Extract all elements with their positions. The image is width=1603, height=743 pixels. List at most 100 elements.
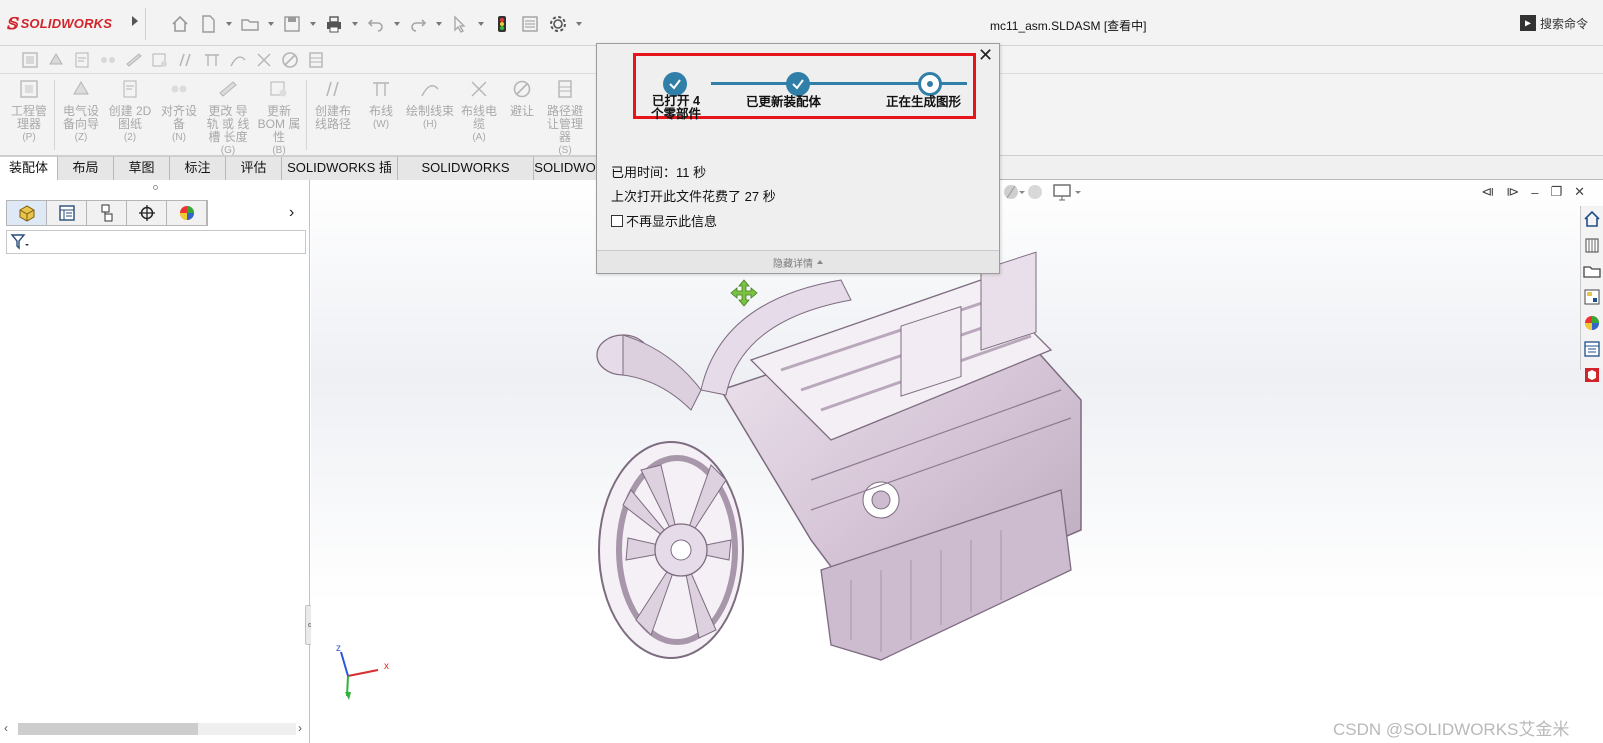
- align-equipment-button[interactable]: 对齐设备 (N): [156, 78, 202, 144]
- tab-dimxpert-manager[interactable]: [127, 201, 167, 225]
- create-route-path-button[interactable]: 创建布线路径: [310, 78, 356, 131]
- save-dropdown-icon[interactable]: [308, 12, 318, 36]
- wizard-icon[interactable]: [46, 50, 66, 70]
- search-commands[interactable]: ▶ 搜索命令: [1520, 12, 1600, 34]
- draw-harness-button[interactable]: 绘制线束 (H): [406, 78, 454, 131]
- scroll-thumb[interactable]: [18, 723, 198, 735]
- close-icon[interactable]: ✕: [978, 46, 993, 64]
- panel-grip[interactable]: [0, 180, 310, 194]
- project-manager-icon: [20, 80, 38, 98]
- new-document-icon[interactable]: [196, 12, 220, 36]
- avoid-button[interactable]: 避让: [504, 78, 540, 118]
- project-icon[interactable]: [20, 50, 40, 70]
- tab-feature-manager[interactable]: [7, 201, 47, 225]
- redo-icon[interactable]: [406, 12, 430, 36]
- next-view-icon[interactable]: ⧐: [1506, 184, 1519, 200]
- menu-expand-icon[interactable]: [132, 16, 138, 26]
- save-icon[interactable]: [280, 12, 304, 36]
- hide-details-button[interactable]: 隐藏详情: [597, 250, 999, 273]
- triad-z-label: z: [336, 643, 341, 654]
- print-dropdown-icon[interactable]: [350, 12, 360, 36]
- route-cable-button[interactable]: 布线电缆 (A): [456, 78, 502, 144]
- file-explorer-icon[interactable]: [1582, 261, 1602, 281]
- tab-evaluate[interactable]: 评估: [226, 156, 282, 180]
- tab-solidworks-visualize[interactable]: SOLIDWORKS Visualize: [398, 156, 534, 197]
- tab-sketch[interactable]: 草图: [114, 156, 170, 180]
- open-dropdown-icon[interactable]: [266, 12, 276, 36]
- solidworks-resources-home-icon[interactable]: [1582, 209, 1602, 229]
- command-search-icon: ▶: [1520, 15, 1536, 31]
- bom-icon[interactable]: [150, 50, 170, 70]
- home-icon[interactable]: [168, 12, 192, 36]
- draw-harness-shortcut: (H): [423, 119, 437, 130]
- avoid-manager-icon[interactable]: [306, 50, 326, 70]
- display-monitor-icon[interactable]: [1051, 182, 1087, 202]
- tab-solidworks-addins[interactable]: SOLIDWORKS 插件: [282, 156, 398, 197]
- route-wire-icon: [373, 82, 389, 96]
- checkbox-box[interactable]: [611, 214, 623, 227]
- route-wire-button[interactable]: 布线 (W): [358, 78, 404, 131]
- new-dropdown-icon[interactable]: [224, 12, 234, 36]
- restore-icon[interactable]: ❐: [1550, 184, 1562, 200]
- horizontal-scrollbar[interactable]: ‹ ›: [0, 720, 310, 738]
- align-icon[interactable]: [98, 50, 118, 70]
- tab-display-manager[interactable]: [167, 201, 207, 225]
- options-gear-icon[interactable]: [546, 12, 570, 36]
- appearances-icon[interactable]: [1582, 313, 1602, 333]
- route-wire-icon[interactable]: [202, 50, 222, 70]
- create-2d-drawing-button[interactable]: 创建 2D 图纸 (2): [106, 78, 154, 144]
- collapse-up-icon: [817, 260, 823, 264]
- scroll-left-icon[interactable]: ‹: [4, 721, 8, 735]
- view-palette-icon[interactable]: [1582, 287, 1602, 307]
- change-rail-length-button[interactable]: 更改 导轨 或 线槽 长度 (G): [204, 78, 252, 157]
- route-path-icon[interactable]: [176, 50, 196, 70]
- dont-show-again-checkbox[interactable]: 不再显示此信息: [611, 211, 717, 230]
- create-route-path-label: 创建布线路径: [314, 104, 351, 131]
- avoid-icon[interactable]: [280, 50, 300, 70]
- solidworks-logo[interactable]: 𝕊 SOLIDWORKS: [6, 12, 112, 34]
- project-manager-button[interactable]: 工程管理器 (P): [6, 78, 52, 144]
- previous-view-icon[interactable]: ⧏: [1481, 184, 1494, 200]
- close-icon[interactable]: ✕: [1574, 184, 1585, 200]
- select-dropdown-icon[interactable]: [476, 12, 486, 36]
- options-dropdown-icon[interactable]: [574, 12, 584, 36]
- minimize-icon[interactable]: –: [1531, 185, 1538, 200]
- tab-configuration-manager[interactable]: [87, 201, 127, 225]
- solidworks-forum-icon[interactable]: [1582, 365, 1602, 385]
- rebuild-traffic-light-icon[interactable]: [490, 12, 514, 36]
- select-cursor-icon[interactable]: [448, 12, 472, 36]
- print-icon[interactable]: [322, 12, 346, 36]
- cable-icon[interactable]: [254, 50, 274, 70]
- open-folder-icon[interactable]: [238, 12, 262, 36]
- drawing-icon[interactable]: [72, 50, 92, 70]
- watermark: CSDN @SOLIDWORKS艾金米: [1333, 720, 1570, 739]
- engine-model[interactable]: [581, 240, 1121, 710]
- title-bar: 𝕊 SOLIDWORKS mc11_asm.SLDASM [查看中] ▶ 搜索命…: [0, 0, 1603, 46]
- avoid-manager-button[interactable]: 路径避让管理器 (S): [542, 78, 588, 157]
- tree-filter[interactable]: [6, 230, 306, 254]
- tab-layout[interactable]: 布局: [58, 156, 114, 180]
- tab-assembly[interactable]: 装配体: [0, 156, 58, 180]
- avoid-manager-icon: [558, 80, 572, 98]
- triad-x-label: x: [384, 661, 389, 672]
- file-properties-icon[interactable]: [518, 12, 542, 36]
- tab-solidworks-more[interactable]: SOLIDWO: [534, 156, 596, 180]
- redo-dropdown-icon[interactable]: [434, 12, 444, 36]
- rail-icon[interactable]: [124, 50, 144, 70]
- undo-dropdown-icon[interactable]: [392, 12, 402, 36]
- more-tabs-chevron-icon[interactable]: ›: [289, 204, 294, 222]
- tab-markup[interactable]: 标注: [170, 156, 226, 180]
- last-open-duration: 上次打开此文件花费了 27 秒: [611, 186, 776, 205]
- harness-icon[interactable]: [228, 50, 248, 70]
- design-library-icon[interactable]: [1582, 235, 1602, 255]
- electrical-wizard-button[interactable]: 电气设备向导 (Z): [58, 78, 104, 144]
- move-component-icon[interactable]: [729, 278, 759, 308]
- tab-property-manager[interactable]: [47, 201, 87, 225]
- scroll-right-icon[interactable]: ›: [298, 721, 302, 735]
- scene-icon[interactable]: [1001, 182, 1045, 202]
- coordinate-triad: x z: [336, 643, 389, 700]
- undo-icon[interactable]: [364, 12, 388, 36]
- update-bom-button[interactable]: 更新 BOM 属性 (B): [254, 78, 304, 157]
- custom-properties-icon[interactable]: [1582, 339, 1602, 359]
- elapsed-time-label: 已用时间：: [611, 165, 677, 180]
